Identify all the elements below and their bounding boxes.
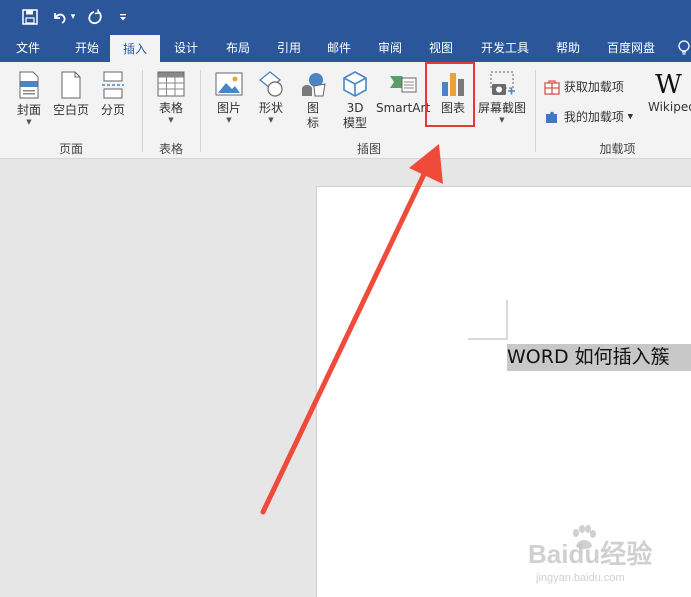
puzzle-icon xyxy=(546,111,557,123)
tab-11[interactable]: 百度网盘 xyxy=(592,34,670,62)
icons-label-line1: 图 xyxy=(306,101,319,115)
crop-marks xyxy=(468,300,508,340)
icons-label-line2: 标 xyxy=(306,116,319,130)
cube-icon xyxy=(343,71,367,97)
chevron-down-icon: ▼ xyxy=(268,116,274,124)
table-icon xyxy=(157,71,185,97)
cover-page-button[interactable]: 封面 ▼ xyxy=(10,70,48,126)
store-icon xyxy=(544,79,560,95)
smartart-button[interactable]: SmartArt xyxy=(376,70,430,116)
redo-icon[interactable] xyxy=(86,7,104,27)
icons-button[interactable]: 图 标 xyxy=(296,70,330,131)
my-addins-label: 我的加载项 xyxy=(563,110,624,124)
cover-page-label: 封面 xyxy=(16,103,41,117)
blank-page-label: 空白页 xyxy=(52,103,89,117)
chevron-down-icon: ▼ xyxy=(168,116,174,124)
watermark-url: jingyan.baidu.com xyxy=(536,572,625,584)
ribbon-tabs: 文件 开始 插入 设计 布局 引用 邮件 审阅 视图 开发工具 帮助 百度网盘 xyxy=(0,34,691,62)
save-icon[interactable] xyxy=(20,7,40,27)
tab-5[interactable]: 引用 xyxy=(264,34,314,62)
shapes-label: 形状 xyxy=(258,101,283,115)
3d-models-button[interactable]: 3D 模型 xyxy=(338,70,372,131)
annotation-arrow xyxy=(260,144,443,515)
cover-page-icon xyxy=(19,71,39,99)
tab-1[interactable]: 开始 xyxy=(56,34,118,62)
chevron-down-icon: ▼ xyxy=(627,112,634,121)
undo-icon[interactable] xyxy=(50,7,68,27)
my-addins-button[interactable]: 我的加载项 ▼ xyxy=(544,108,644,126)
tab-4[interactable]: 布局 xyxy=(212,34,264,62)
chart-highlight-box xyxy=(425,62,475,127)
tab-8[interactable]: 视图 xyxy=(416,34,466,62)
chevron-down-icon: ▼ xyxy=(499,116,505,124)
pictures-icon xyxy=(215,72,243,96)
document-selected-text[interactable]: WORD 如何插入簇 xyxy=(507,344,691,371)
3d-models-label-line2: 模型 xyxy=(342,116,367,130)
blank-page-button[interactable]: 空白页 xyxy=(50,70,92,118)
addins-group-label: 加载项 xyxy=(599,142,636,156)
tell-me-lightbulb-icon[interactable] xyxy=(676,34,691,62)
chevron-down-icon: ▼ xyxy=(226,116,232,124)
wikipedia-label: Wikiped xyxy=(648,100,691,114)
tab-0[interactable]: 文件 xyxy=(0,34,56,62)
pages-group-label: 页面 xyxy=(58,142,83,156)
page-break-label: 分页 xyxy=(100,103,125,117)
chevron-down-icon: ▼ xyxy=(26,118,32,126)
wikipedia-button[interactable]: W Wikiped xyxy=(646,70,691,115)
group-separator xyxy=(535,70,536,152)
tab-10[interactable]: 帮助 xyxy=(544,34,592,62)
customize-qat-icon[interactable] xyxy=(116,7,130,27)
pictures-label: 图片 xyxy=(216,101,241,115)
tab-6[interactable]: 邮件 xyxy=(314,34,364,62)
page-break-button[interactable]: 分页 xyxy=(94,70,132,118)
blank-page-icon xyxy=(61,71,81,99)
smartart-icon xyxy=(390,76,417,93)
table-button[interactable]: 表格 ▼ xyxy=(150,70,192,124)
wikipedia-logo-icon: W xyxy=(655,70,682,100)
pictures-button[interactable]: 图片 ▼ xyxy=(210,70,248,124)
tables-group-label: 表格 xyxy=(158,142,183,156)
icons-icon xyxy=(302,73,326,97)
screenshot-button[interactable]: 屏幕截图 ▼ xyxy=(476,70,528,124)
get-addins-label: 获取加载项 xyxy=(563,80,624,94)
screenshot-label: 屏幕截图 xyxy=(477,101,526,115)
3d-models-label-line1: 3D xyxy=(346,101,364,115)
tab-9[interactable]: 开发工具 xyxy=(466,34,544,62)
tab-7[interactable]: 审阅 xyxy=(364,34,416,62)
title-bar: ▾ xyxy=(0,0,691,34)
watermark: Baidu经验 jingyan.baidu.com xyxy=(500,520,680,590)
watermark-brand: Baidu经验 xyxy=(528,539,653,569)
shapes-button[interactable]: 形状 ▼ xyxy=(252,70,290,124)
page-break-icon xyxy=(102,71,124,99)
table-label: 表格 xyxy=(158,101,183,115)
tab-3[interactable]: 设计 xyxy=(160,34,212,62)
group-separator xyxy=(200,70,201,152)
shapes-icon xyxy=(258,71,283,97)
group-separator xyxy=(142,70,143,152)
smartart-label: SmartArt xyxy=(376,101,431,115)
get-addins-button[interactable]: 获取加载项 xyxy=(544,78,634,96)
undo-dropdown-arrow[interactable]: ▾ xyxy=(68,7,78,27)
tab-2[interactable]: 插入 xyxy=(110,35,160,62)
screenshot-icon xyxy=(490,71,515,95)
